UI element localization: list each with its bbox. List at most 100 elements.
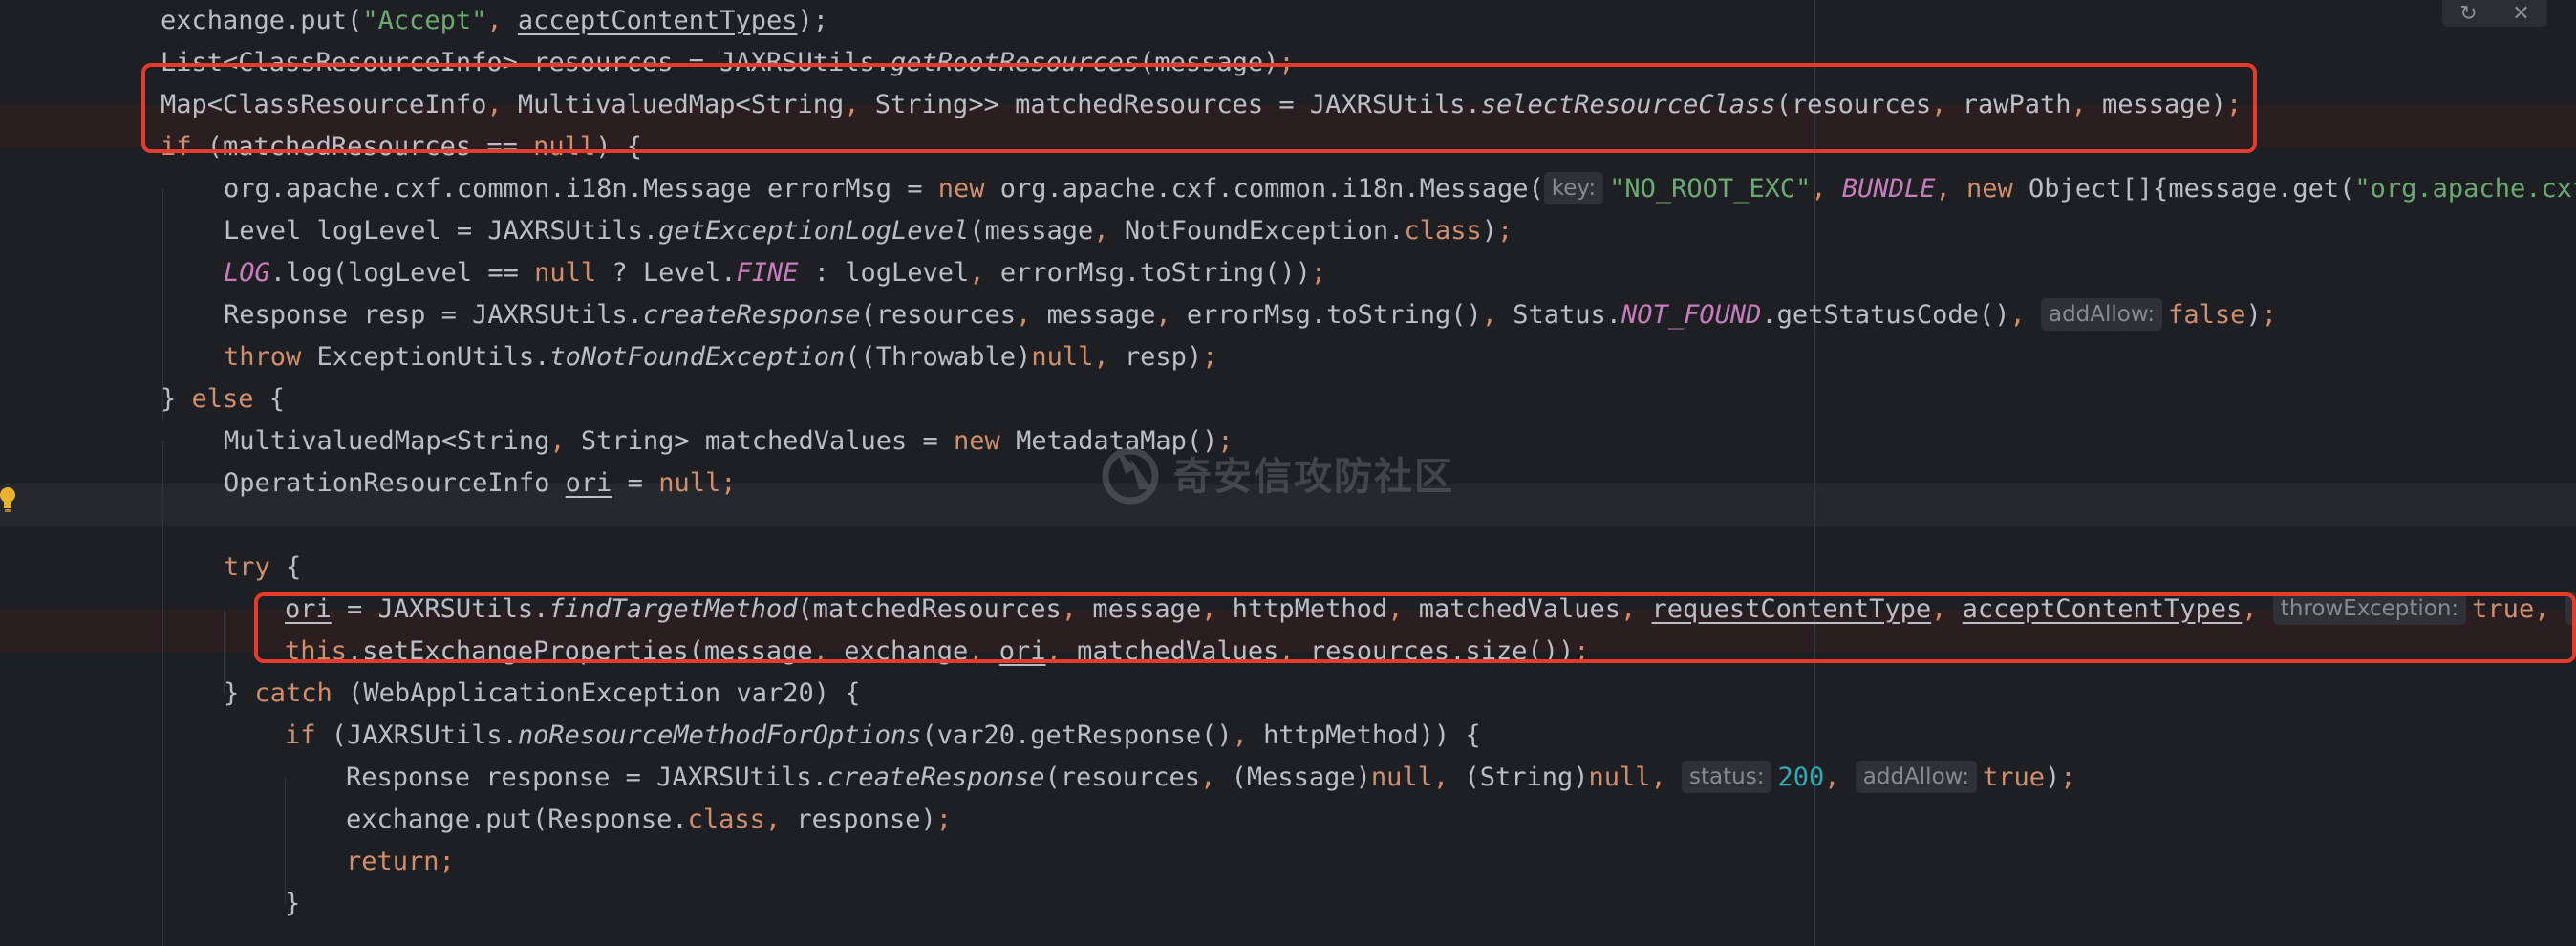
code-token: Response response = JAXRSUtils. — [346, 763, 827, 792]
code-token: message — [1046, 300, 1156, 330]
code-token: "NO_ROOT_EXC" — [1609, 174, 1812, 204]
code-token: (Message) — [1231, 763, 1371, 792]
code-token: ); — [797, 6, 829, 35]
code-token: Object[]{message.get( — [2029, 174, 2355, 204]
highlight-box-resources — [141, 63, 2257, 153]
code-token: = — [612, 468, 659, 498]
code-token: new — [937, 174, 1000, 204]
indent-guide — [162, 441, 163, 946]
code-token: ) — [2044, 763, 2061, 792]
code-token: ExceptionUtils. — [316, 342, 550, 372]
code-token: } — [224, 678, 255, 708]
code-line[interactable]: MultivaluedMap<String, String> matchedVa… — [224, 420, 1234, 462]
code-token: createResponse — [826, 763, 1045, 792]
code-token: ; — [2261, 300, 2277, 330]
code-token: false — [2168, 300, 2246, 330]
code-token: null — [658, 468, 721, 498]
code-token: ; — [720, 468, 737, 498]
code-token: ) — [1481, 216, 1497, 246]
code-token: NOT_FOUND — [1621, 300, 1762, 330]
code-token: response) — [796, 805, 936, 834]
parameter-hint: addAllow: — [2040, 298, 2163, 331]
code-token: .getStatusCode() — [1761, 300, 2010, 330]
code-token: if — [285, 720, 332, 750]
code-token: acceptContentTypes — [517, 6, 798, 35]
code-token: , — [1432, 763, 1465, 792]
code-token: , — [1200, 763, 1232, 792]
code-line[interactable]: } — [285, 883, 300, 925]
code-line[interactable]: Response resp = JAXRSUtils.createRespons… — [224, 294, 2277, 336]
code-token: , — [1232, 720, 1264, 750]
code-token: ((Throwable) — [845, 342, 1032, 372]
code-token: catch — [254, 678, 349, 708]
code-token: true — [1982, 763, 2045, 792]
code-line[interactable]: exchange.put("Accept", acceptContentType… — [161, 0, 828, 42]
code-token: errorMsg.toString()) — [999, 258, 1311, 288]
code-line[interactable]: OperationResourceInfo ori = null; — [224, 462, 736, 505]
close-icon[interactable]: ✕ — [2512, 2, 2529, 26]
code-token: Response resp = JAXRSUtils. — [224, 300, 643, 330]
code-token: ? Level. — [612, 258, 737, 288]
code-token: , — [1093, 216, 1125, 246]
watermark-text: 奇安信攻防社区 — [1173, 455, 1454, 499]
code-token: ; — [1310, 258, 1327, 288]
code-token: ; — [439, 847, 455, 876]
code-token: (resources — [860, 300, 1017, 330]
code-token: ; — [935, 805, 952, 834]
code-line[interactable]: return; — [346, 841, 455, 883]
highlight-box-find-target-method — [254, 592, 2576, 663]
code-token: 200 — [1777, 763, 1825, 792]
code-token: (JAXRSUtils. — [331, 720, 518, 750]
code-token: } — [161, 384, 192, 414]
code-token: createResponse — [642, 300, 861, 330]
code-token: FINE — [736, 258, 814, 288]
code-token: , — [764, 805, 797, 834]
watermark-logo-icon — [1102, 447, 1159, 505]
code-token: , — [1481, 300, 1513, 330]
code-token: BUNDLE — [1841, 174, 1936, 204]
code-line[interactable]: throw ExceptionUtils.toNotFoundException… — [224, 336, 1217, 378]
code-token: "org.apache.cxf. — [2354, 174, 2576, 204]
code-line[interactable]: Response response = JAXRSUtils.createRes… — [346, 757, 2076, 799]
code-token: ori — [565, 468, 612, 498]
code-token: (message — [969, 216, 1094, 246]
code-token: NotFoundException. — [1124, 216, 1405, 246]
code-token: (String) — [1464, 763, 1589, 792]
sync-icon[interactable]: ↻ — [2459, 2, 2477, 26]
code-token: Level logLevel = JAXRSUtils. — [224, 216, 659, 246]
code-token: String> matchedValues = — [580, 426, 955, 456]
code-line[interactable]: LOG.log(logLevel == null ? Level.FINE : … — [224, 252, 1326, 294]
lightbulb-icon[interactable] — [0, 485, 19, 514]
code-token: return — [346, 847, 440, 876]
code-token: exchange.put(Response. — [346, 805, 688, 834]
code-token: MultivaluedMap<String — [224, 426, 550, 456]
parameter-hint: addAllow: — [1855, 761, 1977, 793]
code-token: new — [1965, 174, 2029, 204]
code-token: .log(logLevel == — [269, 258, 535, 288]
code-line[interactable]: exchange.put(Response.class, response); — [346, 799, 952, 841]
code-editor[interactable]: exchange.put("Accept", acceptContentType… — [0, 0, 2576, 946]
code-line[interactable]: } catch (WebApplicationException var20) … — [224, 673, 861, 715]
code-line[interactable]: } else { — [161, 378, 285, 420]
code-line[interactable]: org.apache.cxf.common.i18n.Message error… — [224, 168, 2576, 210]
code-line[interactable]: try { — [224, 547, 301, 589]
code-token: ; — [2060, 763, 2076, 792]
code-token: org.apache.cxf.common.i18n.Message( — [999, 174, 1544, 204]
code-token: new — [954, 426, 1017, 456]
code-line[interactable]: Level logLevel = JAXRSUtils.getException… — [224, 210, 1513, 252]
code-token: class — [687, 805, 765, 834]
code-token: Status. — [1513, 300, 1622, 330]
code-token: LOG — [224, 258, 270, 288]
code-token: ) — [2245, 300, 2262, 330]
code-token: noResourceMethodForOptions — [517, 720, 922, 750]
code-token: , — [2009, 300, 2041, 330]
code-token: , — [1935, 174, 1966, 204]
code-token: org.apache.cxf.common.i18n.Message error… — [224, 174, 938, 204]
code-token: , — [1824, 763, 1856, 792]
code-token: toNotFoundException — [549, 342, 846, 372]
floating-toolbar[interactable]: ↻ ✕ — [2442, 0, 2547, 27]
code-token: class — [1404, 216, 1482, 246]
code-token: { — [268, 384, 286, 414]
code-token: null — [1588, 763, 1651, 792]
code-line[interactable]: if (JAXRSUtils.noResourceMethodForOption… — [285, 715, 1481, 757]
